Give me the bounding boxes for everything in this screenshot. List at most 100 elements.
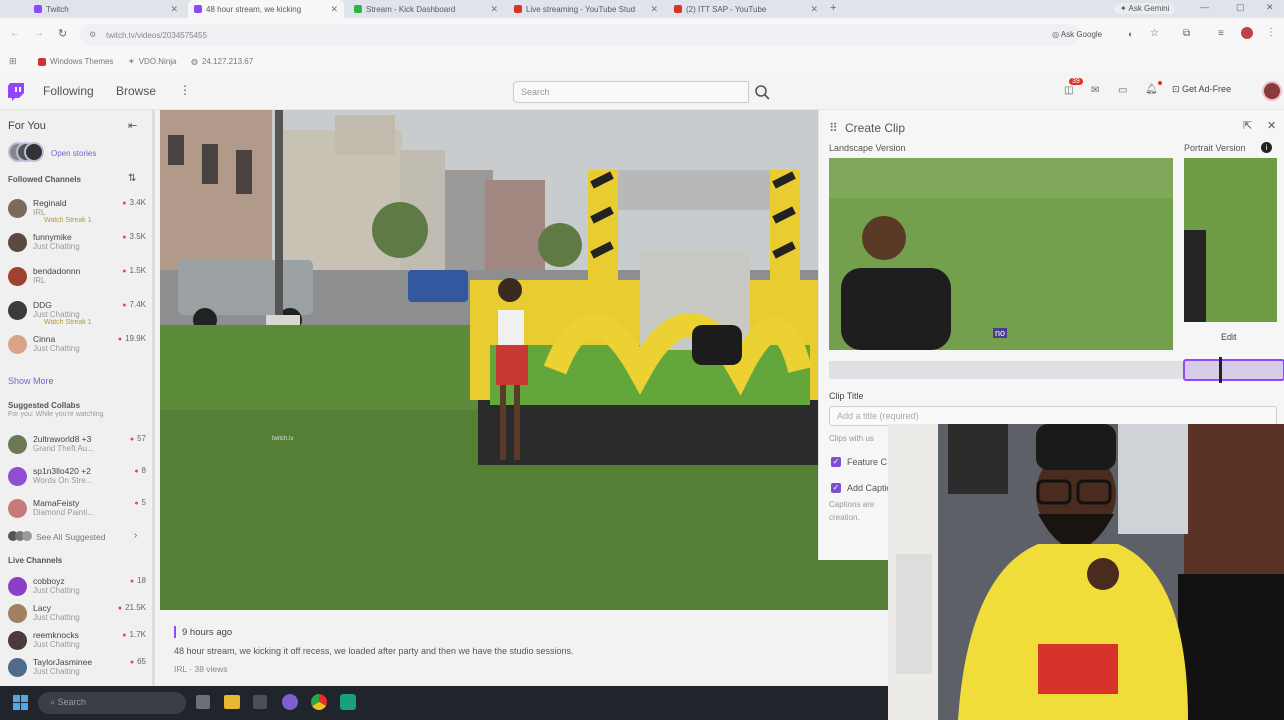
sidebar-scrollbar[interactable] xyxy=(152,110,155,686)
clip-title-input[interactable]: Add a title (required) xyxy=(829,406,1277,426)
ask-google-button[interactable]: ◎ Ask Google xyxy=(1052,30,1102,39)
stories-avatars[interactable] xyxy=(8,142,48,164)
chrome-icon[interactable] xyxy=(311,694,327,710)
landscape-preview[interactable]: no xyxy=(829,158,1173,350)
browser-tab[interactable]: Twitch ✕ xyxy=(28,0,184,18)
app-green-icon[interactable] xyxy=(340,694,356,710)
clip-title-label: Clip Title xyxy=(829,391,864,401)
url-field[interactable]: ⚙ twitch.tv/videos/2034575455 xyxy=(80,24,1080,46)
video-player[interactable]: twitch.tv xyxy=(160,110,888,610)
info-icon[interactable]: i xyxy=(1261,142,1272,153)
playhead[interactable] xyxy=(1219,357,1222,383)
app-icon[interactable] xyxy=(282,694,298,710)
show-more-link[interactable]: Show More xyxy=(8,376,54,386)
search-input[interactable]: Search xyxy=(513,81,749,103)
search-button[interactable] xyxy=(749,81,775,103)
open-stories-link[interactable]: Open stories xyxy=(51,149,96,158)
clip-range-selector[interactable] xyxy=(1183,359,1284,381)
file-explorer-icon[interactable] xyxy=(224,695,240,709)
channel-name: 2ultraworld8 +3 xyxy=(33,434,92,444)
profile-avatar[interactable] xyxy=(1241,27,1253,39)
browser-menu-icon[interactable]: ⋮ xyxy=(1266,27,1276,38)
maximize-icon[interactable]: ▢ xyxy=(1236,2,1245,13)
task-view-icon[interactable] xyxy=(196,695,210,709)
feature-checkbox[interactable]: ✓ xyxy=(831,457,841,467)
bookmark-label: 24.127.213.67 xyxy=(201,57,254,66)
new-tab-button[interactable]: + xyxy=(830,2,836,14)
captions-label: Add Captio xyxy=(847,483,892,493)
channel-category: Just Chatting xyxy=(33,667,80,676)
browser-tab[interactable]: Live streaming - YouTube Stud ✕ xyxy=(508,0,664,18)
bookmark-label: Windows Themes xyxy=(50,57,114,66)
back-icon[interactable]: ← xyxy=(10,28,20,39)
captions-checkbox[interactable]: ✓ xyxy=(831,483,841,493)
channel-row[interactable]: bendadonnnIRL 1.5K xyxy=(8,264,146,290)
collapse-sidebar-icon[interactable]: ⇤ xyxy=(128,119,137,132)
sort-icon[interactable]: ⇅ xyxy=(128,173,136,184)
channel-row[interactable]: sp1n3llo420 +2Words On Stre... 8 xyxy=(8,464,146,490)
bell-icon[interactable]: 🔔︎ xyxy=(1145,84,1158,95)
popout-icon[interactable]: ⇱ xyxy=(1243,119,1252,132)
taskbar-search-input[interactable]: ⌕ Search xyxy=(38,692,186,714)
edit-button[interactable]: Edit xyxy=(1221,332,1237,342)
eye-off-icon[interactable]: ◐ xyxy=(1128,29,1133,39)
bookmark-windows-themes[interactable]: Windows Themes xyxy=(38,57,113,66)
channel-avatar xyxy=(8,435,27,454)
twitch-logo-icon[interactable] xyxy=(8,83,24,101)
channel-row[interactable]: LacyJust Chatting 21.5K xyxy=(8,601,146,627)
channel-avatar xyxy=(8,301,27,320)
twitch-top-nav: Following Browse ⋮ Search ◫ 39 ✉ ▭ 🔔︎ ⊡ … xyxy=(0,72,1284,110)
channel-row[interactable]: 2ultraworld8 +3Grand Theft Au... 57 xyxy=(8,432,146,458)
clip-timeline[interactable] xyxy=(829,357,1284,383)
browser-tab-active[interactable]: 48 hour stream, we kicking ✕ xyxy=(188,0,344,18)
apps-grid-icon[interactable]: ⊞ xyxy=(9,56,17,67)
channel-row[interactable]: MamaFeistyDiamond Painti... 5 xyxy=(8,496,146,522)
browse-link[interactable]: Browse xyxy=(116,84,156,98)
search-icon xyxy=(755,85,770,100)
portrait-preview[interactable] xyxy=(1184,158,1277,322)
watch-streak-label: Watch Streak 1 xyxy=(44,217,92,224)
close-window-icon[interactable]: ✕ xyxy=(1266,2,1274,13)
channel-category: Just Chatting xyxy=(33,613,80,622)
channel-row[interactable]: TaylorJasmineeJust Chatting 65 xyxy=(8,655,146,681)
bookmark-ip[interactable]: ◍ 24.127.213.67 xyxy=(191,57,253,66)
close-tab-icon[interactable]: ✕ xyxy=(650,4,658,15)
channel-row[interactable]: cobboyzJust Chatting 18 xyxy=(8,574,146,600)
browser-tab[interactable]: Stream - Kick Dashboard ✕ xyxy=(348,0,504,18)
store-icon[interactable] xyxy=(253,695,267,709)
close-tab-icon[interactable]: ✕ xyxy=(330,4,338,15)
media-controls-icon[interactable]: ≡ xyxy=(1218,28,1224,39)
close-icon[interactable]: ✕ xyxy=(1267,119,1276,132)
prime-loot-icon[interactable]: ◫ xyxy=(1064,85,1073,96)
close-tab-icon[interactable]: ✕ xyxy=(490,4,498,15)
drag-handle-icon[interactable]: ⠿ xyxy=(829,121,838,135)
inbox-icon[interactable]: ✉ xyxy=(1091,85,1099,96)
forward-icon[interactable]: → xyxy=(34,28,44,39)
channel-row[interactable]: ReginaldIRL 3.4K Watch Streak 1 xyxy=(8,196,146,224)
whispers-icon[interactable]: ▭ xyxy=(1118,85,1127,96)
channel-row[interactable]: CinnaJust Chatting 19.9K xyxy=(8,332,146,358)
channel-row[interactable]: reemknocksJust Chatting 1.7K xyxy=(8,628,146,654)
see-all-suggested-link[interactable]: See All Suggested › xyxy=(8,530,148,544)
reload-icon[interactable]: ↻ xyxy=(58,27,67,40)
more-menu-icon[interactable]: ⋮ xyxy=(179,83,191,97)
watch-streak-label: Watch Streak 1 xyxy=(44,319,92,326)
bookmark-vdo-ninja[interactable]: ✶ VDO.Ninja xyxy=(128,57,177,66)
channel-category: IRL xyxy=(33,276,46,285)
minimize-icon[interactable]: — xyxy=(1200,2,1209,12)
get-ad-free-button[interactable]: ⊡ Get Ad-Free xyxy=(1172,84,1231,95)
site-info-icon[interactable]: ⚙ xyxy=(89,30,96,39)
close-tab-icon[interactable]: ✕ xyxy=(170,4,178,15)
bookmark-star-icon[interactable]: ☆ xyxy=(1150,28,1159,39)
see-all-label: See All Suggested xyxy=(36,532,106,542)
following-link[interactable]: Following xyxy=(43,84,94,98)
user-avatar[interactable] xyxy=(1262,81,1282,101)
channel-row[interactable]: funnymikeJust Chatting 3.5K xyxy=(8,230,146,256)
search-placeholder: Search xyxy=(521,87,550,97)
channel-row[interactable]: DDGJust Chatting 7.4K Watch Streak 1 xyxy=(8,298,146,326)
close-tab-icon[interactable]: ✕ xyxy=(810,4,818,15)
windows-start-icon[interactable] xyxy=(13,695,29,711)
browser-tab[interactable]: (2) ITT SAP - YouTube ✕ xyxy=(668,0,824,18)
extensions-icon[interactable]: ⧉ xyxy=(1183,28,1190,39)
ask-gemini-button[interactable]: ✦ Ask Gemini xyxy=(1114,3,1176,14)
